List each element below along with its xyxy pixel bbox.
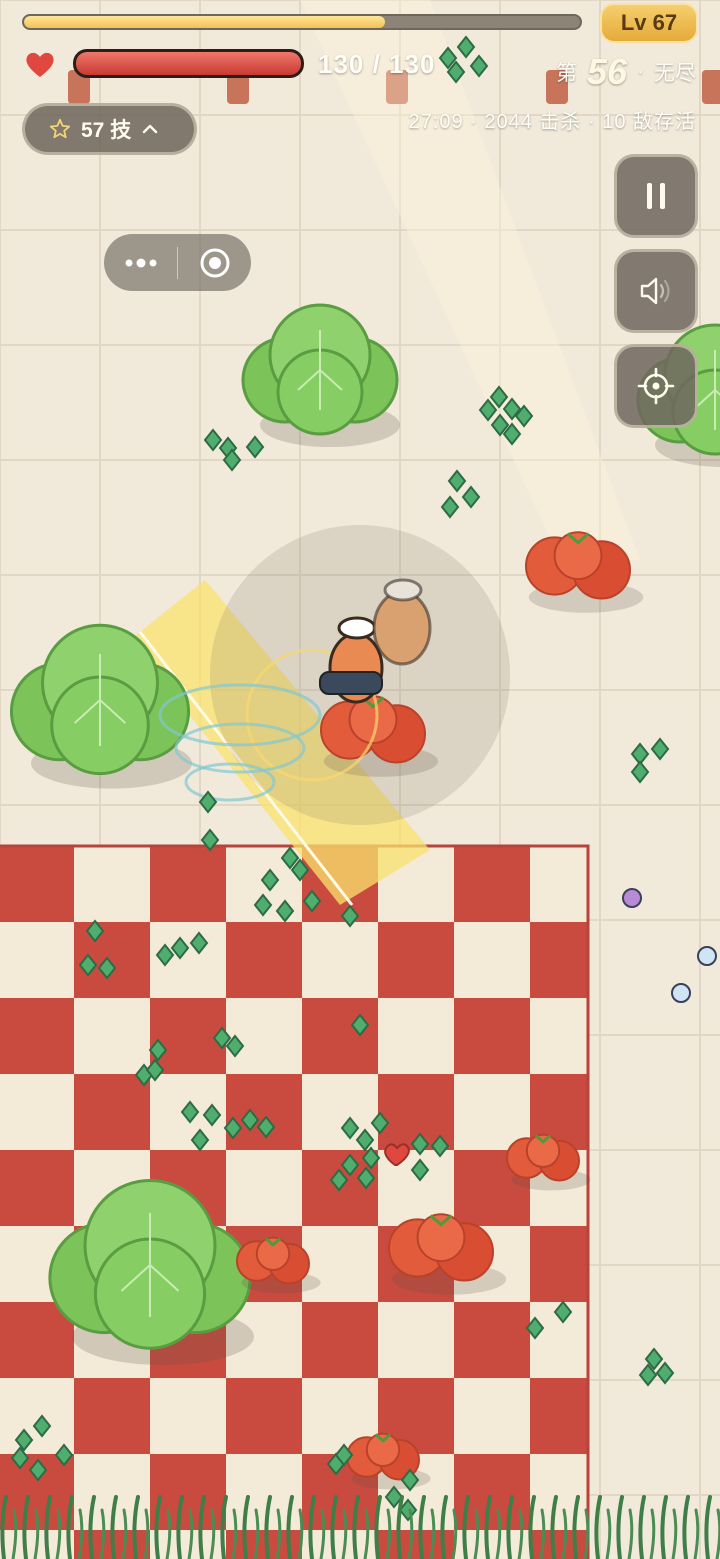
health-text: 130 / 130: [318, 49, 436, 79]
run-stats: 27:09 · 2044 击杀 · 10 敌存活: [408, 111, 696, 133]
mini-program-capsule: [104, 234, 251, 291]
skills-count: 57 技: [81, 119, 132, 142]
wave-separator: ·: [637, 60, 644, 83]
projectile: [697, 946, 717, 966]
xp-bar-fill: [24, 16, 386, 28]
speaker-icon: [640, 277, 670, 305]
pause-icon: [647, 183, 665, 209]
target-circle-icon: [200, 248, 229, 277]
heart-icon: [26, 52, 54, 77]
more-button[interactable]: [104, 234, 177, 291]
more-dots-icon: [125, 258, 156, 267]
projectile: [622, 888, 642, 908]
skills-button[interactable]: 57 技: [22, 103, 197, 155]
sound-button[interactable]: [614, 249, 698, 333]
health-bar-fill: [76, 52, 301, 75]
level-badge: Lv 67: [600, 3, 698, 43]
auto-aim-button[interactable]: [614, 344, 698, 428]
wave-indicator: 第 56 · 无尽: [555, 51, 696, 92]
wave-prefix: 第: [555, 62, 577, 85]
fence-post: [702, 70, 720, 104]
crosshair-icon: [637, 367, 675, 405]
star-outline-icon: [49, 118, 71, 139]
projectile: [671, 983, 691, 1003]
health-bar: [73, 49, 304, 78]
picnic-blanket: [0, 844, 590, 1559]
xp-bar: [22, 14, 582, 30]
pause-button[interactable]: [614, 154, 698, 238]
chevron-up-icon: [143, 124, 158, 134]
wave-mode: 无尽: [654, 62, 696, 85]
wave-number: 56: [586, 51, 627, 92]
close-mini-program-button[interactable]: [178, 234, 251, 291]
